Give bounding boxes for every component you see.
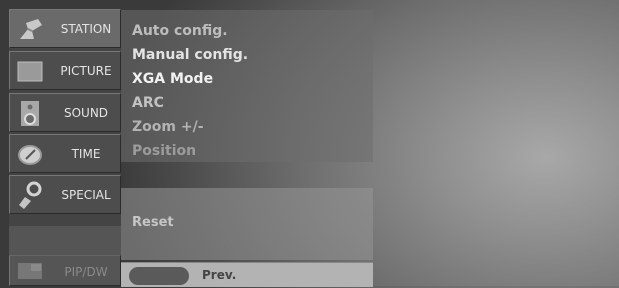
- pip-icon: [16, 260, 44, 288]
- menu-item-xga-mode[interactable]: XGA Mode: [132, 71, 213, 87]
- sidebar-item-label: PICTURE: [60, 64, 112, 78]
- prev-label: Prev.: [202, 268, 237, 282]
- menu-item-zoom[interactable]: Zoom +/-: [132, 119, 204, 135]
- satellite-dish-icon: [16, 15, 44, 43]
- sidebar-item-picture[interactable]: PICTURE: [9, 51, 121, 90]
- sidebar-item-label: PIP/DW: [64, 265, 108, 279]
- clock-icon: [16, 140, 44, 168]
- menu-item-reset[interactable]: Reset: [132, 215, 174, 230]
- station-submenu: Auto config. Manual config. XGA Mode ARC…: [121, 10, 373, 162]
- sidebar-item-label: SOUND: [63, 106, 109, 120]
- sidebar-item-sound[interactable]: SOUND: [9, 93, 121, 132]
- sidebar-item-station[interactable]: STATION: [9, 9, 121, 48]
- sidebar-item-time[interactable]: TIME: [9, 134, 121, 173]
- key-tag-icon: [16, 181, 44, 209]
- sidebar-item-pip-dw[interactable]: PIP/DW: [9, 255, 121, 286]
- tv-osd-screen: STATION PICTURE SOUND TIME SPECIAL PIP/D…: [0, 0, 619, 287]
- sidebar-item-label: SPECIAL: [61, 188, 111, 202]
- menu-item-manual-config[interactable]: Manual config.: [132, 47, 248, 63]
- sidebar-item-label: STATION: [60, 22, 112, 36]
- submenu-lower-panel: Reset: [121, 188, 373, 260]
- main-menu-sidebar: STATION PICTURE SOUND TIME SPECIAL PIP/D…: [9, 9, 121, 286]
- sidebar-item-label: TIME: [71, 147, 101, 161]
- sidebar-item-special[interactable]: SPECIAL: [9, 175, 121, 214]
- picture-icon: [16, 57, 44, 85]
- menu-item-auto-config[interactable]: Auto config.: [132, 23, 228, 39]
- menu-item-position[interactable]: Position: [132, 143, 196, 159]
- prev-button[interactable]: [129, 267, 189, 285]
- speaker-icon: [16, 99, 44, 127]
- bottom-navigation-bar: Prev.: [121, 262, 373, 287]
- menu-item-arc[interactable]: ARC: [132, 95, 164, 111]
